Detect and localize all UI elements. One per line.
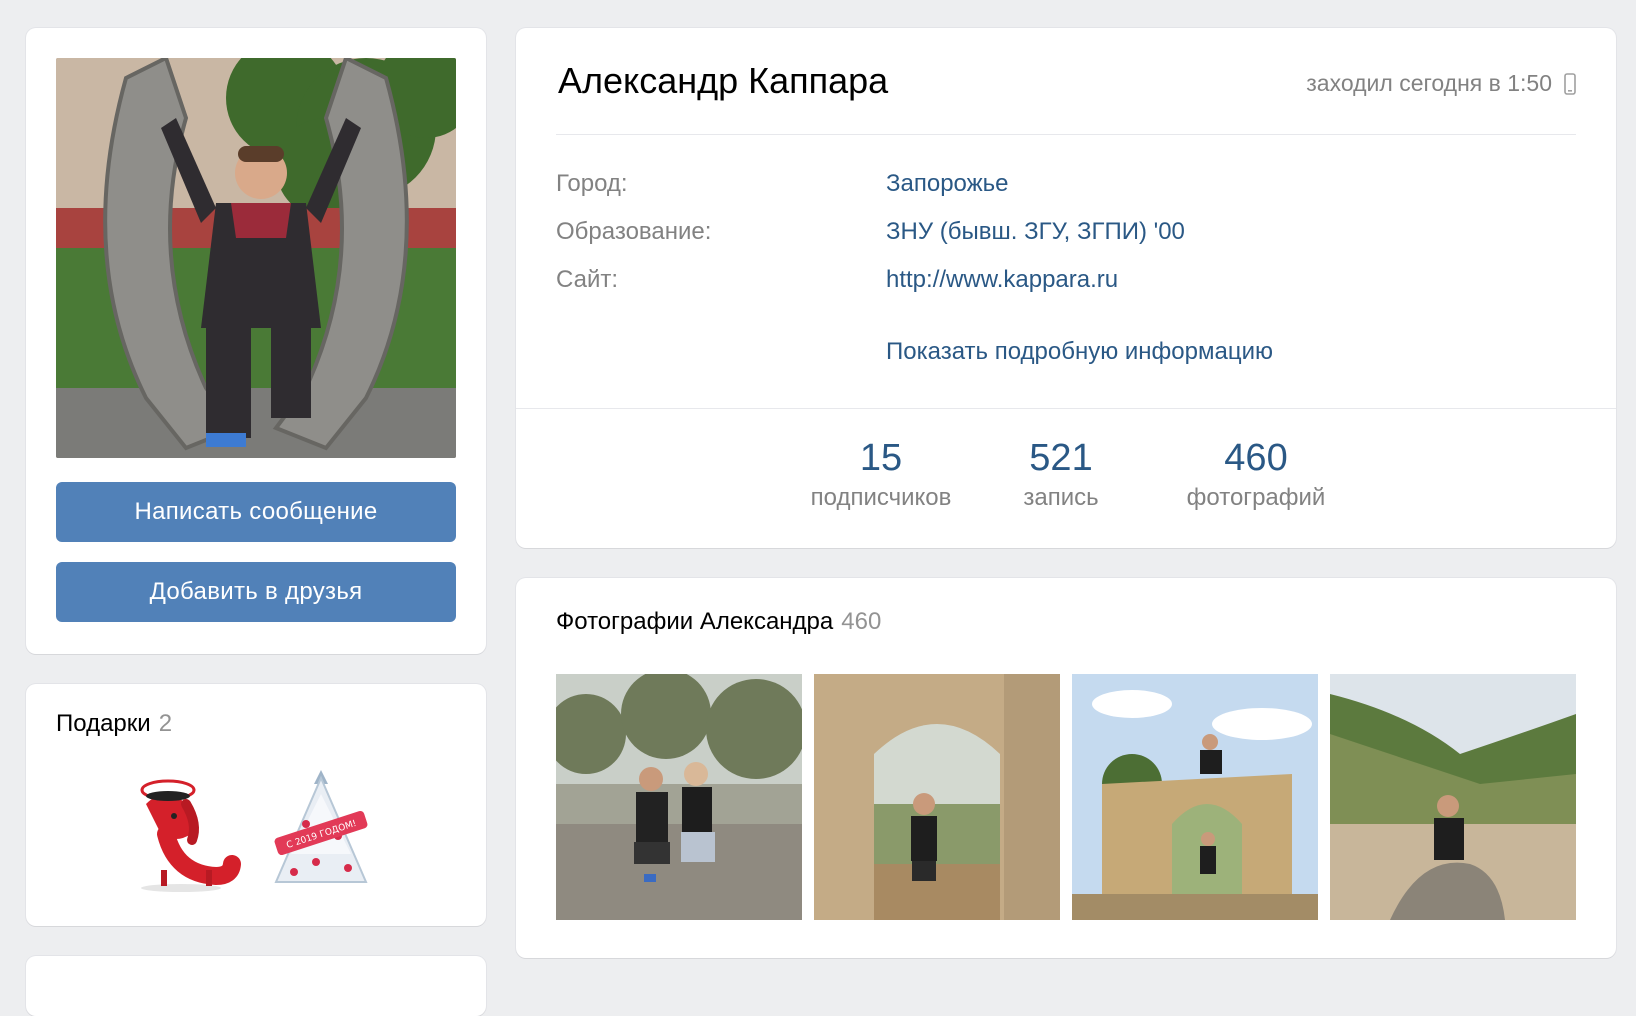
add-friend-button[interactable]: Добавить в друзья <box>56 562 456 622</box>
photo-thumbnail[interactable] <box>556 674 802 920</box>
gift-tree-icon[interactable]: С 2019 ГОДОМ! <box>256 764 386 894</box>
followers-counter[interactable]: 15 подписчиков <box>796 436 966 512</box>
gifts-card: Подарки 2 С 2019 ГОДОМ! <box>26 684 486 926</box>
photos-label: фотографий <box>1186 484 1326 511</box>
page-title: Александр Каппара <box>558 60 889 101</box>
site-label: Сайт: <box>556 266 619 293</box>
send-message-button[interactable]: Написать сообщение <box>56 482 456 542</box>
photo-thumbnail[interactable] <box>1330 674 1576 920</box>
city-label: Город: <box>556 170 628 197</box>
photos-card: Фотографии Александра 460 <box>516 578 1616 958</box>
profile-info-card: Александр Каппара заходил сегодня в 1:50… <box>516 28 1616 548</box>
education-label: Образование: <box>556 218 712 245</box>
posts-counter[interactable]: 521 запись <box>1001 436 1121 512</box>
divider <box>516 408 1616 409</box>
followers-label: подписчиков <box>810 484 952 511</box>
avatar[interactable] <box>56 58 456 458</box>
online-status: заходил сегодня в 1:50 <box>1306 70 1576 97</box>
photos-header[interactable]: Фотографии Александра 460 <box>556 608 881 636</box>
site-link[interactable]: http://www.kappara.ru <box>886 266 1118 294</box>
photos-title: Фотографии Александра <box>556 608 834 635</box>
gift-dog-icon[interactable] <box>116 764 246 894</box>
divider <box>556 134 1576 135</box>
photos-total: 460 <box>841 608 882 635</box>
last-seen-text: заходил сегодня в 1:50 <box>1306 70 1552 96</box>
photo-thumbnail[interactable] <box>814 674 1060 920</box>
gifts-header[interactable]: Подарки 2 <box>56 710 172 738</box>
photos-count: 460 <box>1224 437 1288 479</box>
mobile-phone-icon <box>1564 72 1576 95</box>
gifts-title: Подарки <box>56 710 151 737</box>
posts-count: 521 <box>1029 437 1093 479</box>
education-link[interactable]: ЗНУ (бывш. ЗГУ, ЗГПИ) '00 <box>886 218 1185 246</box>
photos-counter[interactable]: 460 фотографий <box>1171 436 1341 512</box>
photo-thumbnail[interactable] <box>1072 674 1318 920</box>
left-block-partial <box>26 956 486 1016</box>
posts-label: запись <box>1023 484 1099 511</box>
city-link[interactable]: Запорожье <box>886 170 1009 198</box>
gifts-count: 2 <box>158 710 173 737</box>
followers-count: 15 <box>859 437 903 479</box>
avatar-card: Написать сообщение Добавить в друзья <box>26 28 486 654</box>
show-more-info-link[interactable]: Показать подробную информацию <box>886 338 1273 366</box>
